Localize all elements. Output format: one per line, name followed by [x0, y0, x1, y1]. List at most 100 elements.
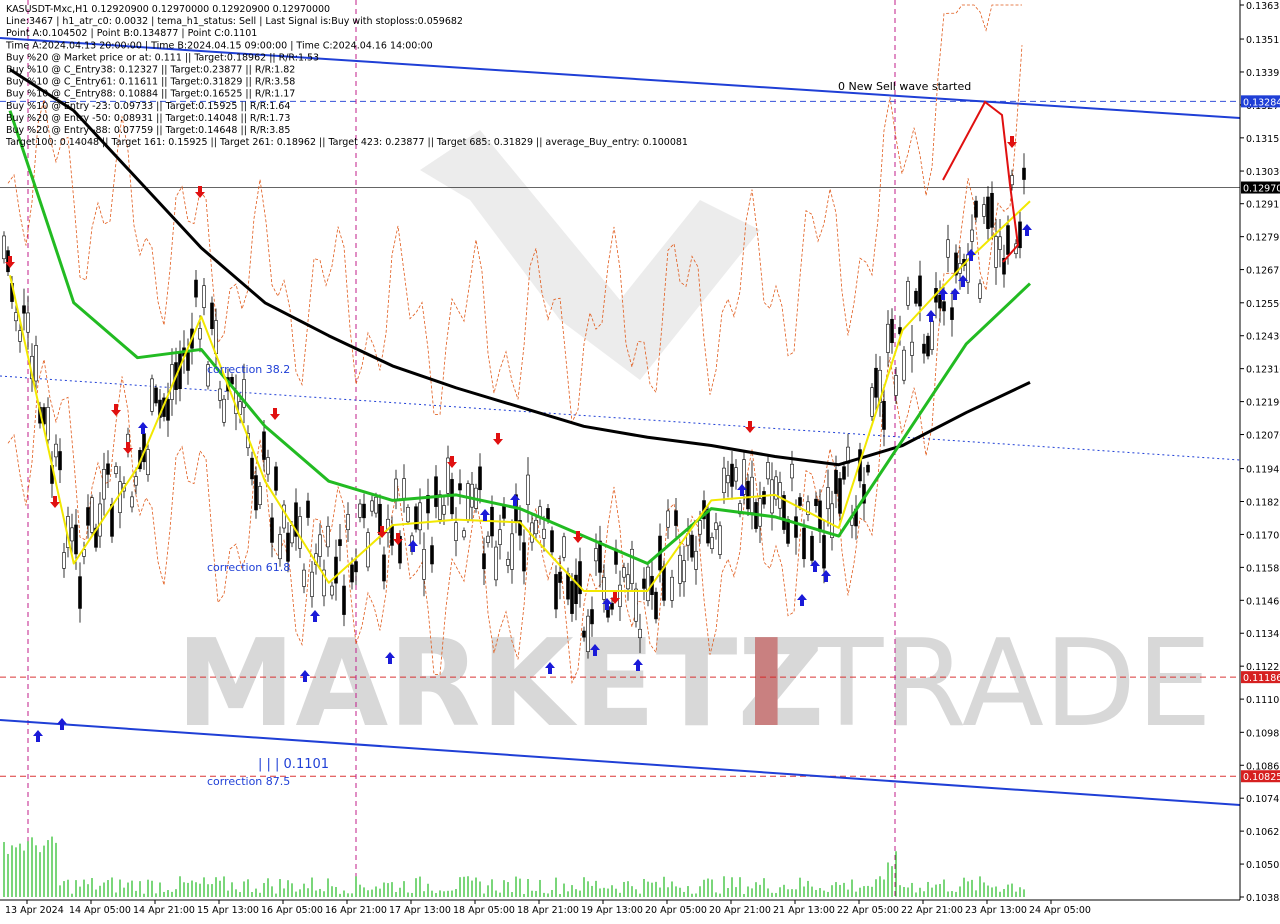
time-axis: 13 Apr 2024 14 Apr 05:00 14 Apr 21:00 15 Ap… — [5, 900, 1091, 916]
candle-body — [826, 487, 830, 510]
time-tick-label: 19 Apr 13:00 — [581, 905, 643, 916]
price-tick-label: 0.13635 — [1246, 1, 1280, 12]
candle-body — [434, 476, 438, 507]
candle-body — [406, 506, 410, 523]
watermark-trade: TRADE — [809, 615, 1212, 754]
time-tick-label: 18 Apr 21:00 — [517, 905, 579, 916]
price-tick-label: 0.13151 — [1246, 134, 1280, 145]
price-badge-label: 0.12970 — [1243, 184, 1280, 195]
candle-body — [258, 486, 262, 505]
candle-body — [58, 451, 62, 471]
header-line: Point A:0.104502 | Point B:0.134877 | Po… — [6, 28, 257, 39]
candle-body — [154, 387, 158, 404]
candle-body — [822, 535, 826, 569]
candle-body — [78, 576, 82, 609]
candle-body — [1022, 167, 1026, 180]
candle-body — [358, 503, 362, 518]
candle-body — [346, 514, 350, 531]
price-tick-label: 0.11946 — [1246, 465, 1280, 476]
header-line: KASUSDT-Mxc,H1 0.12920900 0.12970000 0.1… — [6, 4, 330, 15]
time-tick-label: 18 Apr 05:00 — [453, 905, 515, 916]
price-tick-label: 0.11586 — [1246, 563, 1280, 574]
candle-body — [254, 475, 258, 511]
candle-body — [970, 229, 974, 242]
candle-body — [186, 352, 190, 371]
candle-body — [678, 554, 682, 584]
candle-body — [98, 503, 102, 537]
price-tick-label: 0.10985 — [1246, 728, 1280, 739]
candle-body — [214, 320, 218, 355]
candle-body — [286, 532, 290, 562]
correction-87-label: correction 87.5 — [207, 775, 290, 788]
candle-body — [758, 498, 762, 527]
candle-body — [890, 318, 894, 344]
candle-body — [218, 388, 222, 401]
candle-body — [914, 290, 918, 304]
price-tick-label: 0.13391 — [1246, 68, 1280, 79]
candle-body — [638, 628, 642, 639]
candle-body — [74, 524, 78, 555]
candle-body — [562, 536, 566, 558]
price-tick-label: 0.12190 — [1246, 398, 1280, 409]
candle-body — [894, 375, 898, 396]
candle-body — [718, 525, 722, 555]
candle-body — [438, 494, 442, 520]
candle-body — [730, 463, 734, 487]
candle-body — [942, 301, 946, 312]
candle-body — [722, 467, 726, 493]
price-tick-label: 0.11706 — [1246, 530, 1280, 541]
sell-wave-label: 0 New Sell wave started — [838, 80, 971, 93]
price-tick-label: 0.12791 — [1246, 233, 1280, 244]
candle-body — [22, 305, 26, 314]
price-tick-label: 0.10505 — [1246, 860, 1280, 871]
price-tick-label: 0.12430 — [1246, 332, 1280, 343]
candle-body — [870, 387, 874, 417]
candle-body — [674, 510, 678, 526]
candle-body — [470, 483, 474, 508]
candle-body — [366, 532, 370, 568]
price-badge-label: 0.10825 — [1243, 772, 1280, 783]
time-tick-label: 21 Apr 13:00 — [773, 905, 835, 916]
chart-canvas[interactable]: MARKETZ I TRADE 0 New Sell wave started … — [0, 0, 1280, 920]
candle-body — [430, 545, 434, 565]
candle-body — [558, 571, 562, 583]
header-line: Time A:2024.04.13 20:00:00 | Time B:2024… — [5, 40, 433, 51]
price-tick-label: 0.11466 — [1246, 596, 1280, 607]
watermark-i: I — [744, 615, 789, 754]
candle-body — [330, 585, 334, 596]
time-tick-label: 14 Apr 05:00 — [69, 905, 131, 916]
candle-body — [482, 553, 486, 570]
candle-body — [526, 474, 530, 505]
candle-body — [326, 525, 330, 548]
price-tick-label: 0.11826 — [1246, 498, 1280, 509]
candle-body — [906, 281, 910, 306]
candle-body — [1006, 225, 1010, 255]
candle-body — [646, 566, 650, 602]
candle-body — [354, 561, 358, 573]
correction-61-label: correction 61.8 — [207, 561, 290, 574]
time-tick-label: 23 Apr 13:00 — [965, 905, 1027, 916]
candle-body — [202, 285, 206, 308]
price-tick-label: 0.12671 — [1246, 266, 1280, 277]
candle-body — [510, 533, 514, 570]
candle-body — [798, 497, 802, 506]
price-tick-label: 0.10625 — [1246, 827, 1280, 838]
candle-body — [522, 542, 526, 572]
candle-body — [2, 235, 6, 260]
trading-chart: MARKETZ I TRADE 0 New Sell wave started … — [0, 0, 1280, 920]
candle-body — [714, 522, 718, 530]
candle-body — [922, 343, 926, 354]
candle-body — [318, 534, 322, 557]
candle-body — [582, 630, 586, 638]
candle-body — [54, 443, 58, 458]
price-tick-label: 0.12310 — [1246, 365, 1280, 376]
candle-body — [986, 196, 990, 229]
candle-body — [498, 529, 502, 545]
watermark-marketz: MARKETZ — [176, 615, 825, 754]
candle-body — [402, 478, 406, 499]
candle-body — [150, 378, 154, 412]
candle-body — [626, 574, 630, 590]
candle-body — [610, 602, 614, 610]
candle-body — [694, 550, 698, 570]
candle-body — [338, 539, 342, 546]
